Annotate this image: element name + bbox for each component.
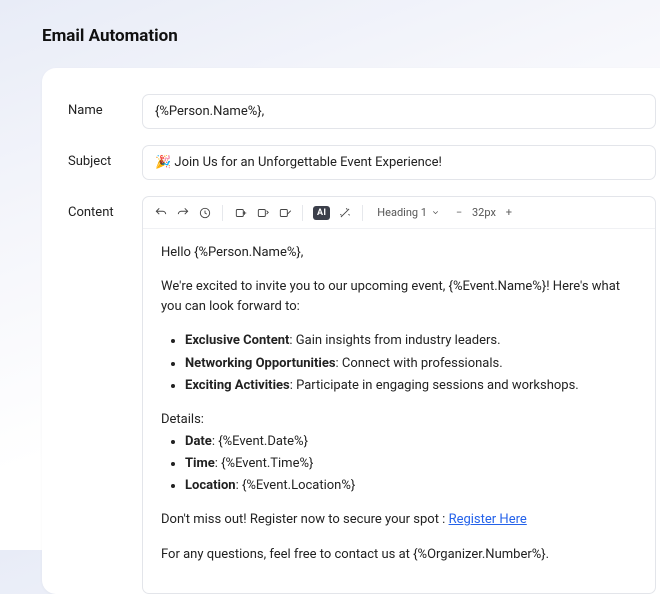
separator — [222, 205, 223, 221]
magic-wand-icon[interactable] — [337, 205, 352, 220]
details-list: Date: {%Event.Date%} Time: {%Event.Time%… — [185, 432, 637, 496]
list-item: Exclusive Content: Gain insights from in… — [185, 331, 637, 351]
list-item: Location: {%Event.Location%} — [185, 476, 637, 496]
font-size-control: − 32px + — [452, 206, 516, 220]
list-item: Date: {%Event.Date%} — [185, 432, 637, 452]
separator — [302, 205, 303, 221]
token-edit-icon[interactable] — [255, 205, 270, 220]
subject-input[interactable] — [142, 145, 656, 180]
font-size-decrease[interactable]: − — [452, 206, 466, 220]
editor-toolbar: AI Heading 1 − 32px + — [143, 197, 655, 229]
list-item: Networking Opportunities: Connect with p… — [185, 354, 637, 374]
font-size-value: 32px — [472, 206, 496, 219]
name-label: Name — [68, 94, 142, 118]
cta-text: Don't miss out! Register now to secure y… — [161, 510, 637, 530]
subject-label: Subject — [68, 145, 142, 169]
greeting-text: Hello {%Person.Name%}, — [161, 243, 637, 263]
name-input[interactable] — [142, 94, 656, 129]
content-row: Content AI — [68, 196, 656, 594]
intro-text: We're excited to invite you to our upcom… — [161, 277, 637, 317]
redo-icon[interactable] — [175, 205, 190, 220]
heading-select[interactable]: Heading 1 — [373, 204, 444, 221]
highlights-list: Exclusive Content: Gain insights from in… — [185, 331, 637, 395]
font-size-increase[interactable]: + — [502, 206, 516, 220]
history-icon[interactable] — [197, 205, 212, 220]
name-row: Name — [68, 94, 656, 129]
editor: AI Heading 1 − 32px + Hello {%P — [142, 196, 656, 594]
footer-text: For any questions, feel free to contact … — [161, 545, 637, 565]
email-card: Name Subject Content — [42, 68, 660, 594]
token-insert-icon[interactable] — [233, 205, 248, 220]
editor-body[interactable]: Hello {%Person.Name%}, We're excited to … — [143, 229, 655, 593]
content-label: Content — [68, 196, 142, 220]
token-remove-icon[interactable] — [277, 205, 292, 220]
separator — [362, 205, 363, 221]
details-heading: Details: — [161, 410, 637, 430]
ai-badge[interactable]: AI — [313, 206, 330, 220]
undo-icon[interactable] — [153, 205, 168, 220]
page-title: Email Automation — [42, 26, 660, 46]
chevron-down-icon — [431, 208, 440, 217]
list-item: Time: {%Event.Time%} — [185, 454, 637, 474]
heading-select-label: Heading 1 — [377, 206, 427, 219]
subject-row: Subject — [68, 145, 656, 180]
register-link[interactable]: Register Here — [449, 512, 527, 527]
list-item: Exciting Activities: Participate in enga… — [185, 376, 637, 396]
